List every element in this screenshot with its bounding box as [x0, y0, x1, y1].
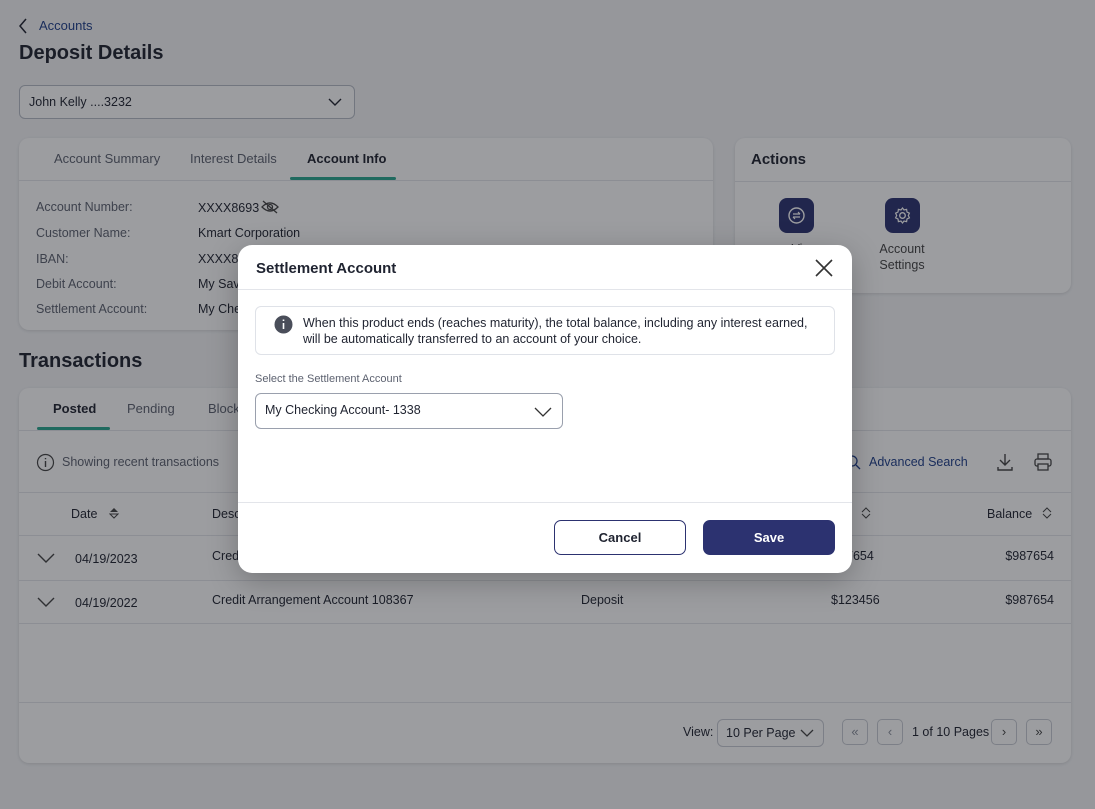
save-button[interactable]: Save	[703, 520, 835, 555]
info-banner: When this product ends (reaches maturity…	[255, 306, 835, 355]
modal-header-divider	[238, 289, 852, 290]
info-banner-text: When this product ends (reaches maturity…	[303, 316, 808, 346]
close-icon[interactable]	[814, 258, 834, 278]
info-icon	[274, 315, 293, 334]
chevron-down-icon	[534, 407, 552, 417]
modal-title: Settlement Account	[256, 260, 397, 277]
cancel-button[interactable]: Cancel	[554, 520, 686, 555]
settlement-select-label: Select the Settlement Account	[255, 373, 402, 385]
settlement-account-select[interactable]: My Checking Account- 1338	[255, 393, 563, 429]
modal-footer-divider	[238, 502, 852, 503]
settlement-select-value: My Checking Account- 1338	[265, 403, 421, 417]
settlement-account-modal: Settlement Account When this product end…	[238, 245, 852, 573]
